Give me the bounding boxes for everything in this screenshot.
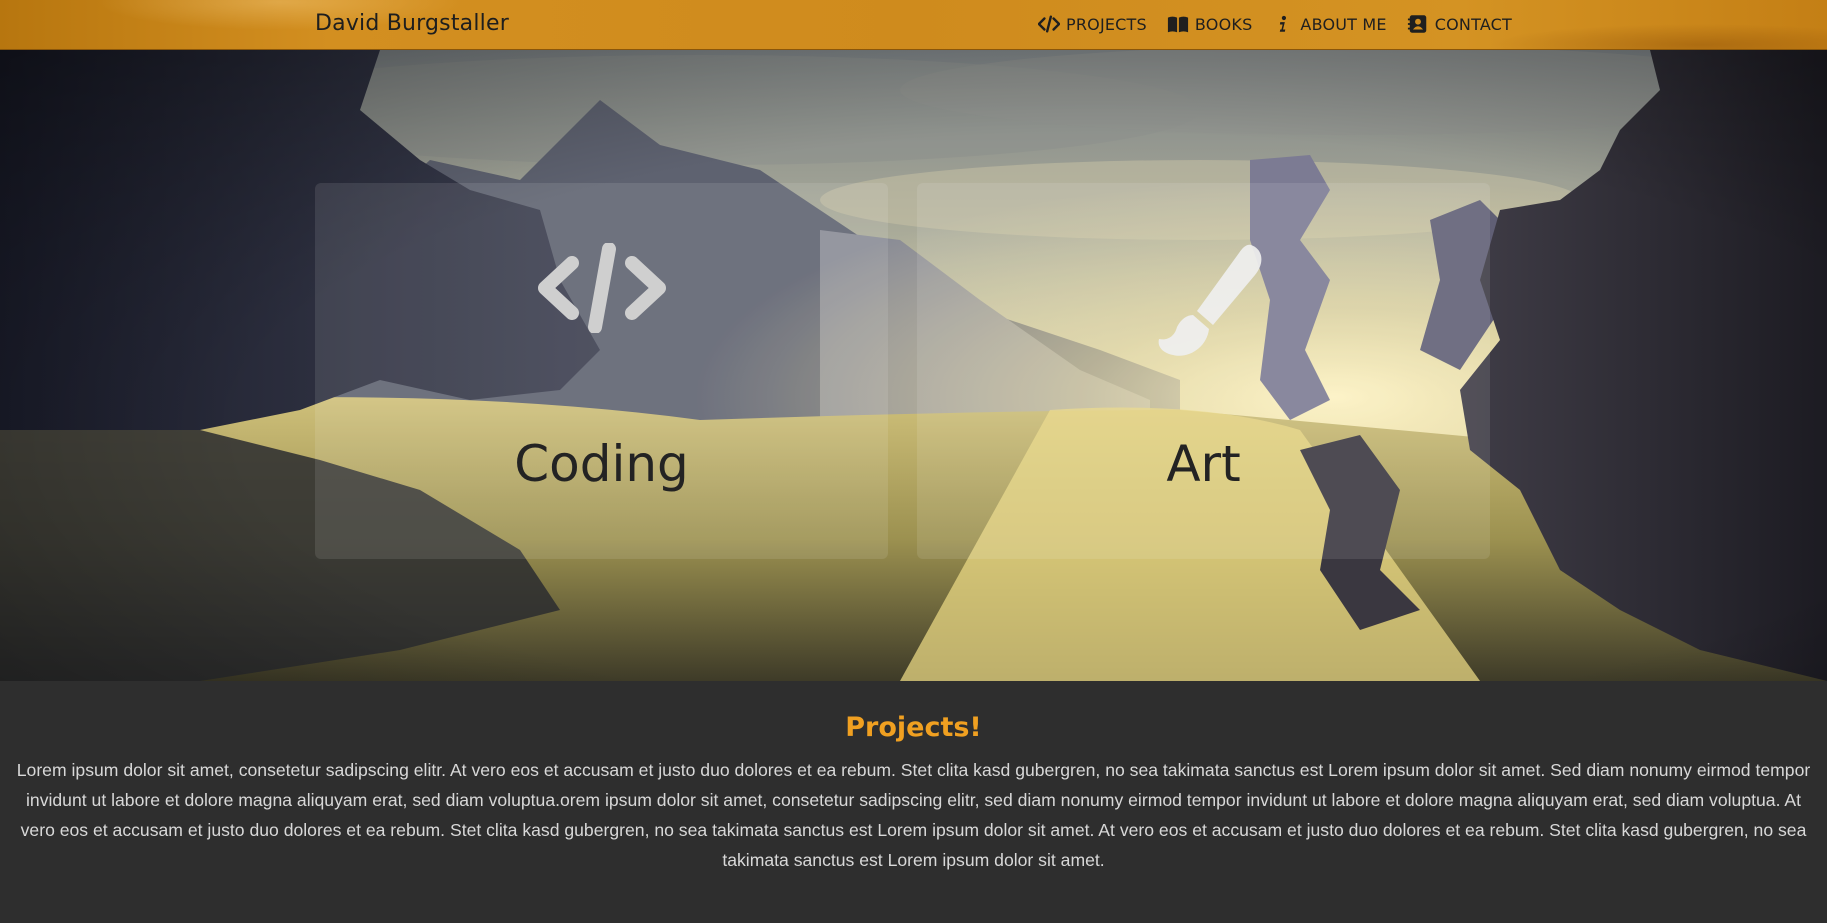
section-body: Lorem ipsum dolor sit amet, consetetur s…	[16, 760, 1811, 870]
nav-menu: PROJECTS BOOKS ABOUT ME CONTACT	[1038, 14, 1512, 34]
section-heading: Projects!	[845, 712, 982, 743]
book-icon	[1167, 14, 1189, 34]
nav-item-projects[interactable]: PROJECTS	[1038, 14, 1147, 34]
nav-item-label: ABOUT ME	[1300, 14, 1387, 34]
projects-section: Projects! Lorem ipsum dolor sit amet, co…	[0, 681, 1827, 923]
paintbrush-icon	[1139, 243, 1269, 369]
nav-item-books[interactable]: BOOKS	[1167, 14, 1253, 34]
navbar: David Burgstaller PROJECTS BOOKS ABOUT M…	[0, 0, 1827, 50]
nav-item-label: BOOKS	[1194, 14, 1253, 34]
coding-card[interactable]: Coding	[315, 183, 888, 559]
card-title: Art	[1166, 435, 1241, 493]
code-icon	[537, 242, 667, 337]
info-icon	[1272, 14, 1294, 34]
art-card[interactable]: Art	[917, 183, 1490, 559]
code-icon	[1038, 14, 1060, 34]
contact-card-icon	[1407, 14, 1429, 34]
nav-item-label: PROJECTS	[1066, 14, 1147, 34]
card-title: Coding	[514, 435, 689, 493]
nav-item-label: CONTACT	[1434, 14, 1513, 34]
site-brand[interactable]: David Burgstaller	[315, 11, 509, 36]
nav-item-about-me[interactable]: ABOUT ME	[1272, 14, 1387, 34]
hero-banner: Coding Art	[0, 50, 1827, 681]
nav-item-contact[interactable]: CONTACT	[1407, 14, 1512, 34]
landscape-painting	[0, 50, 1827, 681]
